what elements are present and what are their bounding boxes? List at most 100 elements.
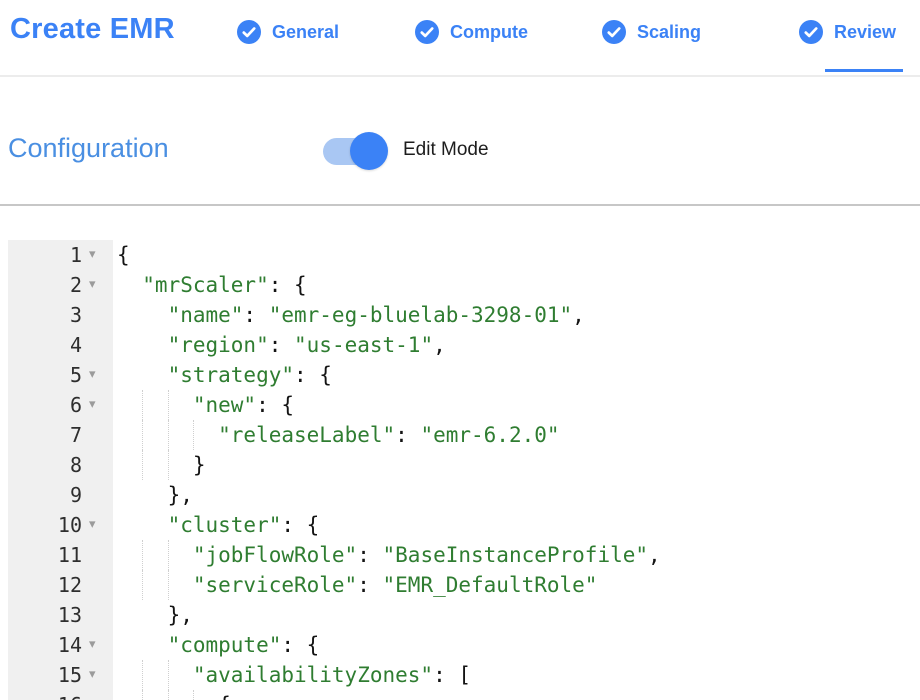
code-punct-token: },	[168, 603, 193, 627]
code-string-token: "name"	[168, 303, 244, 327]
code-punct-token: : {	[281, 633, 319, 657]
fold-arrow-icon[interactable]: ▾	[87, 630, 113, 660]
code-editor-row[interactable]: 3"name": "emr-eg-bluelab-3298-01",	[8, 300, 920, 330]
code-editor-row[interactable]: 8}	[8, 450, 920, 480]
indent-guide	[168, 390, 169, 420]
code-editor-row[interactable]: 4 "region": "us-east-1",	[8, 330, 920, 360]
code-editor-row[interactable]: 2▾"mrScaler": {	[8, 270, 920, 300]
code-punct-token: : [	[433, 663, 471, 687]
code-editor-row[interactable]: 14▾"compute": {	[8, 630, 920, 660]
code-string-token: "new"	[193, 393, 256, 417]
fold-arrow-icon[interactable]: ▾	[87, 660, 113, 690]
code-punct-token: {	[218, 693, 231, 700]
code-string-token: "availabilityZones"	[193, 663, 433, 687]
code-line[interactable]: "availabilityZones": [	[113, 660, 471, 690]
code-line[interactable]: "new": {	[113, 390, 294, 420]
code-punct-token: :	[357, 573, 382, 597]
indent-guide	[193, 690, 194, 700]
code-punct-token: :	[357, 543, 382, 567]
code-line[interactable]: "releaseLabel": "emr-6.2.0"	[113, 420, 560, 450]
line-number: 8	[8, 453, 87, 477]
code-string-token: "BaseInstanceProfile"	[383, 543, 649, 567]
code-line[interactable]: "jobFlowRole": "BaseInstanceProfile",	[113, 540, 661, 570]
gutter-cell: 9	[8, 480, 113, 510]
gutter-cell: 16▾	[8, 690, 113, 700]
indent-guide	[168, 570, 169, 600]
create-emr-page: { "header": { "title": "Create EMR", "st…	[0, 0, 920, 700]
code-editor-row[interactable]: 7"releaseLabel": "emr-6.2.0"	[8, 420, 920, 450]
code-editor[interactable]: 1▾{2▾"mrScaler": {3"name": "emr-eg-bluel…	[8, 240, 920, 700]
code-line[interactable]: "name": "emr-eg-bluelab-3298-01",	[113, 300, 585, 330]
step-label-scaling: Scaling	[637, 22, 701, 43]
indent-guide	[142, 690, 143, 700]
step-tab-review[interactable]: Review	[799, 19, 896, 45]
fold-arrow-icon[interactable]: ▾	[87, 270, 113, 300]
code-punct-token: }	[193, 453, 206, 477]
line-number: 12	[8, 573, 87, 597]
code-punct-token: :	[395, 423, 420, 447]
check-circle-icon	[237, 20, 261, 44]
code-line[interactable]: },	[113, 600, 193, 630]
fold-arrow-icon[interactable]: ▾	[87, 510, 113, 540]
line-number: 13	[8, 603, 87, 627]
code-string-token: "emr-6.2.0"	[420, 423, 559, 447]
gutter-cell: 7	[8, 420, 113, 450]
code-editor-row[interactable]: 1▾{	[8, 240, 920, 270]
step-tab-general[interactable]: General	[237, 19, 339, 45]
wizard-header: Create EMR General Compute Scaling Revie…	[0, 0, 920, 77]
fold-arrow-icon[interactable]: ▾	[87, 690, 113, 700]
code-string-token: "cluster"	[168, 513, 282, 537]
indent-guide	[168, 690, 169, 700]
code-editor-row[interactable]: 10▾"cluster": {	[8, 510, 920, 540]
fold-arrow-icon[interactable]: ▾	[87, 390, 113, 420]
code-line[interactable]: },	[113, 480, 193, 510]
fold-arrow-icon[interactable]: ▾	[87, 360, 113, 390]
code-editor-row[interactable]: 13},	[8, 600, 920, 630]
step-label-compute: Compute	[450, 22, 528, 43]
code-editor-row[interactable]: 16▾ {	[8, 690, 920, 700]
edit-mode-toggle[interactable]	[323, 131, 389, 170]
code-editor-row[interactable]: 9},	[8, 480, 920, 510]
code-line[interactable]: "region": "us-east-1",	[113, 330, 446, 360]
code-line[interactable]: "cluster": {	[113, 510, 319, 540]
code-line[interactable]: }	[113, 450, 206, 480]
indent-guide	[168, 420, 169, 450]
code-editor-row[interactable]: 15▾"availabilityZones": [	[8, 660, 920, 690]
code-editor-row[interactable]: 12 "serviceRole": "EMR_DefaultRole"	[8, 570, 920, 600]
code-editor-row[interactable]: 11"jobFlowRole": "BaseInstanceProfile",	[8, 540, 920, 570]
code-editor-row[interactable]: 5▾"strategy": {	[8, 360, 920, 390]
code-string-token: "jobFlowRole"	[193, 543, 357, 567]
code-punct-token: ,	[648, 543, 661, 567]
indent-guide	[142, 540, 143, 570]
check-circle-icon	[602, 20, 626, 44]
indent-guide	[168, 540, 169, 570]
code-line[interactable]: {	[113, 240, 130, 270]
indent-guide	[193, 420, 194, 450]
code-punct-token: : {	[281, 513, 319, 537]
code-punct-token: ,	[572, 303, 585, 327]
gutter-cell: 8	[8, 450, 113, 480]
line-number: 9	[8, 483, 87, 507]
line-number: 15	[8, 663, 87, 687]
gutter-cell: 12	[8, 570, 113, 600]
gutter-cell: 13	[8, 600, 113, 630]
step-tab-scaling[interactable]: Scaling	[602, 19, 701, 45]
code-string-token: "us-east-1"	[294, 333, 433, 357]
code-line[interactable]: "serviceRole": "EMR_DefaultRole"	[113, 570, 597, 600]
code-line[interactable]: {	[113, 690, 231, 700]
fold-arrow-icon[interactable]: ▾	[87, 240, 113, 270]
edit-mode-label: Edit Mode	[403, 139, 489, 161]
code-punct-token: :	[243, 303, 268, 327]
gutter-cell: 11	[8, 540, 113, 570]
code-line[interactable]: "mrScaler": {	[113, 270, 307, 300]
code-line[interactable]: "compute": {	[113, 630, 319, 660]
code-line[interactable]: "strategy": {	[113, 360, 332, 390]
line-number: 4	[8, 333, 87, 357]
toggle-knob[interactable]	[350, 132, 388, 170]
indent-guide	[168, 450, 169, 480]
gutter-cell: 4	[8, 330, 113, 360]
code-string-token: "strategy"	[168, 363, 294, 387]
step-tab-compute[interactable]: Compute	[415, 19, 528, 45]
code-editor-row[interactable]: 6▾"new": {	[8, 390, 920, 420]
line-number: 6	[8, 393, 87, 417]
